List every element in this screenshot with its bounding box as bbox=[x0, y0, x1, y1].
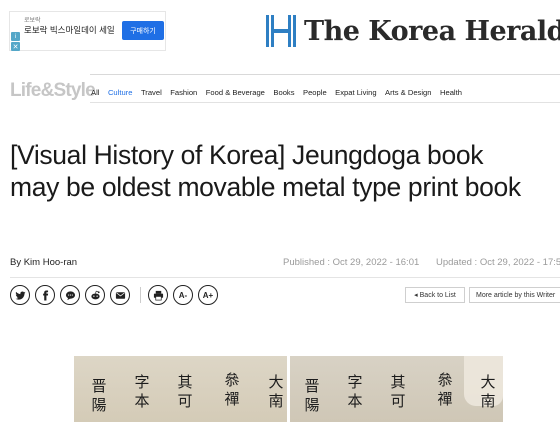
twitter-icon bbox=[14, 291, 26, 300]
photo-right-char: 可 bbox=[390, 392, 406, 410]
article-headline: [Visual History of Korea] Jeungdoga book… bbox=[10, 140, 521, 202]
photo-left-char: 陽 bbox=[91, 396, 107, 414]
photo-left-char: 禪 bbox=[224, 390, 240, 408]
photo-right-char: 南 bbox=[480, 392, 496, 410]
share-divider bbox=[140, 287, 141, 303]
ad-banner[interactable]: 로보락 로보락 빅스마일데이 세일 구매하기 i ✕ bbox=[9, 11, 166, 51]
photo-right-char: 本 bbox=[347, 392, 363, 410]
photo-left-char: 字 bbox=[134, 373, 150, 391]
back-to-list-button[interactable]: ◂ Back to List bbox=[405, 287, 465, 303]
photo-right-char: 禪 bbox=[437, 390, 453, 408]
nav-item-expat-living[interactable]: Expat Living bbox=[335, 88, 376, 97]
print-button[interactable] bbox=[148, 285, 168, 305]
published-date: Published : Oct 29, 2022 - 16:01 bbox=[283, 257, 420, 268]
ad-close-icon[interactable]: ✕ bbox=[11, 42, 20, 51]
nav-top-divider bbox=[90, 74, 560, 75]
photo-left-char: 可 bbox=[177, 392, 193, 410]
twitter-share-button[interactable] bbox=[10, 285, 30, 305]
nav-item-books[interactable]: Books bbox=[273, 88, 294, 97]
nav-item-fashion[interactable]: Fashion bbox=[170, 88, 197, 97]
updated-date: Updated : Oct 29, 2022 - 17:5 bbox=[436, 257, 560, 268]
talk-share-button[interactable] bbox=[60, 285, 80, 305]
print-icon bbox=[153, 290, 163, 300]
section-logo[interactable]: Life&Style bbox=[10, 80, 96, 102]
photo-right-char: 其 bbox=[390, 373, 406, 391]
email-icon bbox=[115, 291, 125, 299]
section-nav: All Culture Travel Fashion Food & Bevera… bbox=[91, 88, 470, 97]
nav-item-food-beverage[interactable]: Food & Beverage bbox=[206, 88, 265, 97]
facebook-share-button[interactable] bbox=[35, 285, 55, 305]
nav-item-culture[interactable]: Culture bbox=[108, 88, 132, 97]
reddit-icon bbox=[90, 290, 100, 299]
photo-right-char: 晋 bbox=[304, 377, 320, 395]
photo-left-char: 叅 bbox=[224, 371, 240, 389]
ad-sponsor-label: 로보락 bbox=[24, 18, 41, 24]
photo-right-char: 大 bbox=[480, 373, 496, 391]
photo-left-char: 大 bbox=[268, 373, 284, 391]
byline-divider bbox=[10, 277, 560, 278]
photo-right-char: 字 bbox=[347, 373, 363, 391]
font-decrease-button[interactable]: A- bbox=[173, 285, 193, 305]
photo-left-char: 其 bbox=[177, 373, 193, 391]
font-increase-button[interactable]: A+ bbox=[198, 285, 218, 305]
nav-item-all[interactable]: All bbox=[91, 88, 99, 97]
ad-text[interactable]: 로보락 빅스마일데이 세일 bbox=[24, 25, 116, 36]
font-decrease-label: A- bbox=[178, 290, 188, 300]
reddit-share-button[interactable] bbox=[85, 285, 105, 305]
ad-buy-button[interactable]: 구매하기 bbox=[122, 21, 164, 40]
facebook-icon bbox=[42, 289, 48, 301]
photo-right-char: 叅 bbox=[437, 371, 453, 389]
nav-item-arts-design[interactable]: Arts & Design bbox=[385, 88, 431, 97]
email-share-button[interactable] bbox=[110, 285, 130, 305]
nav-item-health[interactable]: Health bbox=[440, 88, 462, 97]
photo-left-char: 南 bbox=[268, 392, 284, 410]
photo-left-char: 本 bbox=[134, 392, 150, 410]
photo-right-char: 陽 bbox=[304, 396, 320, 414]
site-logo[interactable]: The Korea Herald bbox=[266, 14, 560, 48]
talk-icon bbox=[65, 290, 75, 300]
article-byline: By Kim Hoo-ran bbox=[10, 257, 78, 268]
photo-left-char: 晋 bbox=[91, 377, 107, 395]
nav-item-travel[interactable]: Travel bbox=[141, 88, 162, 97]
more-by-writer-button[interactable]: More article by this Writer bbox=[469, 287, 560, 303]
nav-item-people[interactable]: People bbox=[303, 88, 327, 97]
ad-info-icon[interactable]: i bbox=[11, 32, 20, 41]
article-photo: 大南叅禪其可字本晋陽大南叅禪其可字本晋陽 bbox=[74, 356, 503, 422]
nav-bottom-divider bbox=[90, 102, 560, 103]
herald-mark-icon bbox=[266, 15, 296, 47]
font-increase-label: A+ bbox=[202, 290, 214, 300]
site-logo-text: The Korea Herald bbox=[304, 15, 560, 47]
